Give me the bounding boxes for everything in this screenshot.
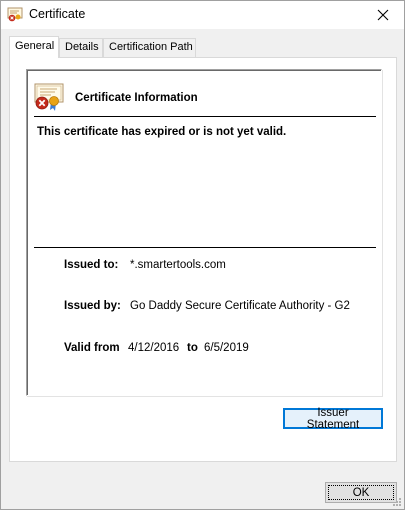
issued-to-value: *.smartertools.com bbox=[130, 259, 226, 271]
certificate-information-heading: Certificate Information bbox=[75, 92, 198, 104]
tab-general-label: General bbox=[15, 40, 55, 52]
certificate-info-box: Certificate Information This certificate… bbox=[26, 69, 382, 396]
tab-certification-path-label: Certification Path bbox=[109, 41, 193, 53]
tab-general[interactable]: General bbox=[9, 36, 59, 58]
certificate-status-message: This certificate has expired or is not y… bbox=[37, 126, 287, 138]
issuer-statement-button[interactable]: Issuer Statement bbox=[283, 406, 383, 431]
valid-from-value: 4/12/2016 bbox=[128, 342, 180, 354]
certificate-dialog: Certificate General Details Certificatio… bbox=[0, 0, 405, 510]
ok-button[interactable]: OK bbox=[325, 482, 397, 503]
valid-to-value: 6/5/2019 bbox=[204, 342, 249, 354]
resize-grip-icon[interactable] bbox=[392, 497, 402, 507]
divider bbox=[34, 247, 376, 248]
issued-by-label: Issued by: bbox=[64, 300, 121, 312]
close-icon bbox=[377, 9, 389, 21]
certificate-icon bbox=[7, 7, 23, 22]
window-title: Certificate bbox=[29, 7, 86, 21]
certificate-error-icon bbox=[34, 83, 64, 111]
divider bbox=[34, 116, 376, 117]
title-bar[interactable]: Certificate bbox=[1, 1, 404, 29]
general-tab-panel: Certificate Information This certificate… bbox=[9, 57, 397, 462]
issuer-statement-label: Issuer Statement bbox=[306, 406, 360, 431]
tab-details-label: Details bbox=[65, 41, 99, 53]
valid-from-label: Valid from bbox=[64, 342, 120, 354]
tab-details[interactable]: Details bbox=[59, 38, 103, 57]
issued-to-label: Issued to: bbox=[64, 259, 119, 271]
close-button[interactable] bbox=[362, 1, 404, 29]
focus-rectangle bbox=[328, 485, 394, 500]
tab-certification-path[interactable]: Certification Path bbox=[103, 38, 196, 57]
valid-to-label: to bbox=[187, 342, 198, 354]
issued-by-value: Go Daddy Secure Certificate Authority - … bbox=[130, 300, 350, 312]
